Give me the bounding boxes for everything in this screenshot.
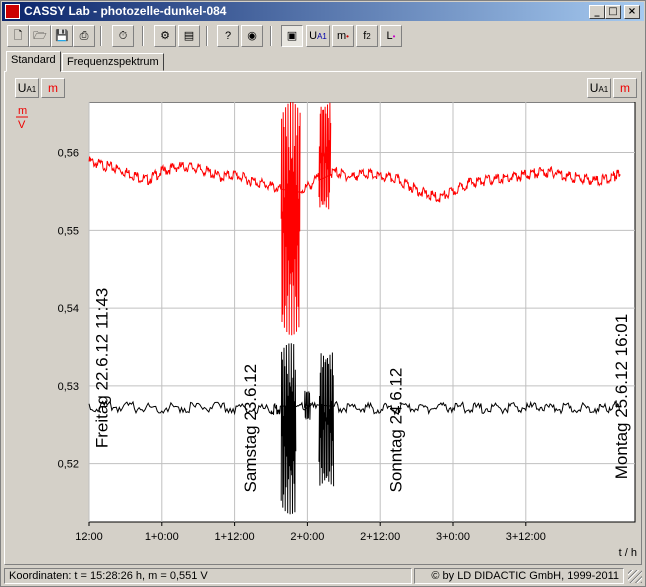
resize-grip[interactable] [628,570,642,583]
stopwatch-icon[interactable]: ⏱ [112,25,134,47]
channel-ua1-sub: A1 [317,32,327,41]
y-axis-ticks: 0,52 0,53 0,54 0,55 0,56 [58,148,79,471]
minimize-button[interactable]: _ [589,5,605,19]
main-window: CASSY Lab - photozelle-dunkel-084 _ □ × … [0,0,646,587]
toolbar-separator [206,26,208,46]
copyright-text: © by LD DIDACTIC GmbH, 1999-2011 [414,568,624,584]
table-icon[interactable]: ▤ [178,25,200,47]
date-annotation: Freitag 22.6.12 11:43 [92,288,111,448]
close-button[interactable]: × [624,5,640,19]
toolbar-separator [142,26,144,46]
maximize-button[interactable]: □ [605,5,621,19]
settings-icon[interactable]: ⚙ [154,25,176,47]
display-icon[interactable]: ▣ [281,25,303,47]
axis-right-ua1-sub: A1 [598,85,609,94]
channel-l-button[interactable]: L• [380,25,402,47]
tab-frequenzspektrum[interactable]: Frequenzspektrum [62,53,164,71]
toolbar-separator [100,26,102,46]
channel-ua1-label: U [309,30,318,42]
y-tick-label: 0,52 [58,459,79,471]
y-unit-v-label: V [18,119,26,131]
axis-left-ua1-button[interactable]: UA1 [15,78,39,98]
x-tick-label: 3+12:00 [506,531,546,543]
date-annotation: Montag 25.6.12 16:01 [612,314,631,479]
channel-m-label: m [337,30,347,42]
open-file-icon[interactable]: 🗁 [29,25,51,47]
tab-standard[interactable]: Standard [6,51,61,72]
channel-ua1-button[interactable]: UA1 [306,25,330,47]
cassy-app-icon [5,4,20,19]
axis-right-ua1-button[interactable]: UA1 [587,78,611,98]
x-tick-label: 1+0:00 [145,531,179,543]
window-title: CASSY Lab - photozelle-dunkel-084 [24,4,227,18]
y-tick-label: 0,54 [58,303,79,315]
print-icon[interactable]: ⎙ [73,25,95,47]
status-bar: Koordinaten: t = 15:28:26 h, m = 0,551 V… [2,567,644,585]
axis-right-m-button[interactable]: m [613,78,637,98]
y-tick-label: 0,56 [58,148,79,160]
axis-left-m-button[interactable]: m [41,78,65,98]
toolbar: 🗋 🗁 💾 ⎙ ⏱ ⚙ ▤ ? ◉ ▣ UA1 m• f2 L• [2,23,644,51]
channel-m-button[interactable]: m• [332,25,354,47]
x-tick-label: 2+12:00 [360,531,400,543]
toolbar-separator [270,26,272,46]
date-annotation: Sonntag 24.6.12 [386,368,405,493]
y-tick-label: 0,55 [58,225,79,237]
sensor-icon[interactable]: ◉ [241,25,263,47]
x-axis-ticks: 12:00 1+0:00 1+12:00 2+0:00 2+12:00 3+0:00 3+1… [75,522,546,543]
new-file-icon[interactable]: 🗋 [7,25,29,47]
save-file-icon[interactable]: 💾 [51,25,73,47]
y-unit-m-label: m [18,105,27,117]
title-bar[interactable]: CASSY Lab - photozelle-dunkel-084 _ □ × [2,2,644,21]
measurement-chart[interactable]: m V 0,52 0,53 0,54 0,55 0,56 12:00 1+0:00 1+12… [5,102,641,564]
x-tick-label: 3+0:00 [436,531,470,543]
date-annotation: Samstag 23.6.12 [241,364,260,493]
coordinates-readout: Koordinaten: t = 15:28:26 h, m = 0,551 V [4,568,412,584]
x-tick-label: 12:00 [75,531,103,543]
x-tick-label: 2+0:00 [290,531,324,543]
series-burst-U [304,390,311,420]
axis-left-ua1-sub: A1 [26,85,37,94]
x-tick-label: 1+12:00 [215,531,255,543]
channel-f2-button[interactable]: f2 [356,25,378,47]
channel-f2-sub: 2 [366,32,371,41]
x-axis-label: t / h [619,547,637,559]
y-tick-label: 0,53 [58,381,79,393]
help-icon[interactable]: ? [217,25,239,47]
tab-panel-standard: UA1 m UA1 m m V 0,52 0,53 0,54 0,55 0,56 12:… [4,71,642,565]
